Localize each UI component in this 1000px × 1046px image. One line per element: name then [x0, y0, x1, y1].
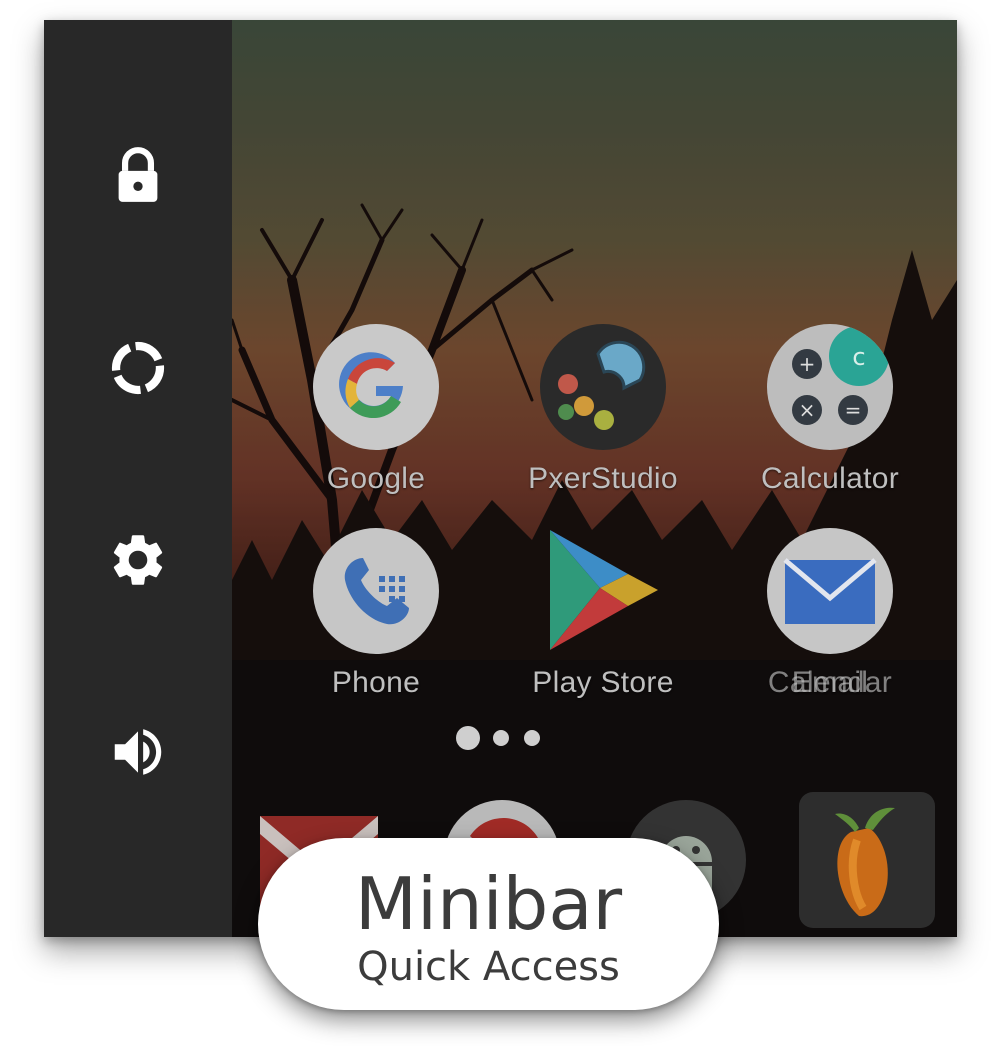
lock-button[interactable]	[88, 126, 188, 226]
minibar-sidebar	[44, 20, 232, 937]
calculator-icon: + × = c	[767, 324, 893, 450]
play-store-icon	[540, 528, 666, 654]
app-label-email: Email	[791, 666, 869, 699]
app-label: Play Store	[532, 666, 674, 699]
google-icon	[313, 324, 439, 450]
settings-button[interactable]	[88, 510, 188, 610]
volume-button[interactable]	[88, 702, 188, 802]
svg-text:=: =	[845, 398, 862, 422]
volume-icon	[114, 729, 162, 775]
svg-text:+: +	[799, 352, 816, 376]
app-label: PxerStudio	[528, 462, 678, 495]
app-label: Phone	[331, 666, 421, 699]
lock-icon	[118, 147, 158, 202]
app-label: Calculator	[760, 462, 900, 495]
phone-icon	[313, 528, 439, 654]
home-screen-wallpaper: Google PxerStudio + × = c Calculator Pho…	[232, 20, 957, 937]
app-pxerstudio[interactable]: PxerStudio	[513, 324, 693, 496]
overlapping-labels: Calendar Email	[740, 666, 920, 702]
app-play-store[interactable]: Play Store	[513, 528, 693, 700]
page-dot	[493, 730, 509, 746]
email-icon	[767, 528, 893, 654]
minibar-banner: Minibar Quick Access	[258, 838, 719, 1010]
svg-text:×: ×	[799, 398, 816, 422]
app-label: Google	[326, 462, 426, 495]
pxerstudio-icon	[540, 324, 666, 450]
banner-title: Minibar	[354, 862, 623, 946]
device-screen: Google PxerStudio + × = c Calculator Pho…	[44, 20, 957, 937]
fl-studio-icon[interactable]	[799, 792, 935, 928]
page-dot-current	[456, 726, 480, 750]
recents-circle-icon	[111, 341, 165, 395]
gear-icon	[113, 535, 163, 585]
svg-text:c: c	[852, 343, 865, 371]
app-calculator[interactable]: + × = c Calculator	[740, 324, 920, 496]
banner-subtitle: Quick Access	[357, 944, 620, 990]
app-google[interactable]: Google	[286, 324, 466, 496]
recents-button[interactable]	[88, 318, 188, 418]
page-dot	[524, 730, 540, 746]
app-phone[interactable]: Phone	[286, 528, 466, 700]
app-calendar-email[interactable]: Calendar Email	[740, 528, 920, 702]
